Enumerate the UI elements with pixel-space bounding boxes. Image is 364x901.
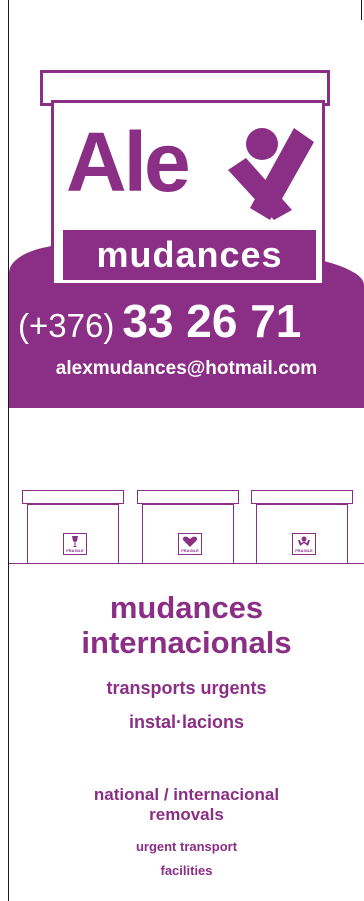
page-border-right — [361, 0, 362, 20]
service-urgent: transports urgents — [106, 678, 267, 698]
logo-wordmark: Ale — [66, 115, 191, 209]
page-border-left — [8, 0, 9, 901]
fragile-label: FRAGILE — [292, 533, 316, 555]
service-installations: instal·lacions — [128, 712, 245, 732]
service-heading-line2: internacionals — [81, 625, 292, 660]
fragile-box: FRAGILE — [251, 490, 353, 564]
box-body: FRAGILE — [256, 504, 348, 564]
fragile-text: FRAGILE — [295, 548, 313, 553]
fragile-box: FRAGILE — [22, 490, 124, 564]
fragile-text: FRAGILE — [66, 548, 84, 553]
box-lid — [251, 490, 353, 504]
logo-box-lid — [40, 70, 330, 106]
phone[interactable]: (+376) 33 26 71 — [18, 298, 301, 344]
phone-number: 33 26 71 — [122, 295, 302, 347]
fragile-label: FRAGILE — [178, 533, 202, 555]
logo-x-figure-icon — [228, 128, 314, 220]
box-body: FRAGILE — [142, 504, 234, 564]
service-en-heading-line1: national / internacional — [93, 785, 280, 804]
fragile-text: FRAGILE — [181, 548, 199, 553]
fragile-box: FRAGILE — [137, 490, 239, 564]
shelf-line — [9, 563, 364, 564]
fragile-label: FRAGILE — [63, 533, 87, 555]
phone-prefix: (+376) — [18, 307, 115, 344]
heart-icon — [182, 536, 198, 547]
service-en-heading-line2: removals — [149, 805, 224, 824]
logo-subtitle: mudances — [63, 230, 316, 280]
service-en-facilities: facilities — [160, 863, 213, 878]
hands-icon — [298, 536, 310, 546]
service-en-urgent: urgent transport — [135, 839, 238, 854]
email-link[interactable]: alexmudances@hotmail.com — [9, 358, 364, 380]
service-heading-line1: mudances — [109, 590, 264, 625]
box-body: FRAGILE — [27, 504, 119, 564]
box-lid — [22, 490, 124, 504]
box-lid — [137, 490, 239, 504]
glass-icon — [72, 536, 78, 547]
